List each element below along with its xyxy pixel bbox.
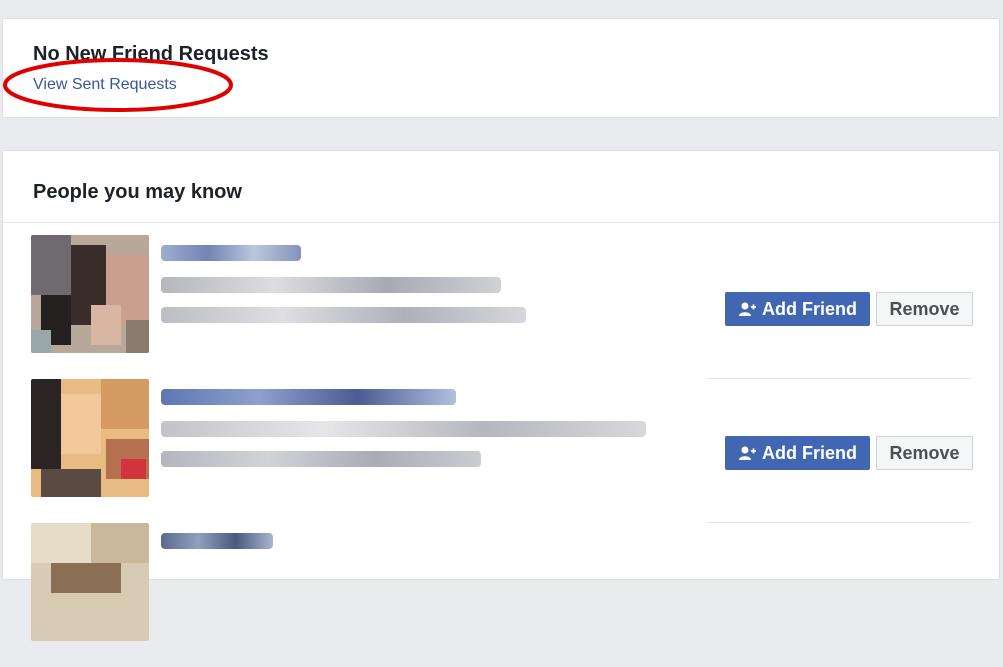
friend-requests-heading: No New Friend Requests (33, 43, 269, 65)
blurred-name (161, 245, 301, 261)
pymk-heading: People you may know (33, 181, 242, 203)
blurred-name (161, 533, 273, 549)
avatar[interactable] (31, 235, 149, 353)
add-friend-label: Add Friend (762, 442, 857, 463)
add-friend-icon (739, 302, 756, 316)
row-divider (707, 378, 971, 379)
pymk-header: People you may know (3, 151, 999, 223)
view-sent-requests-link[interactable]: View Sent Requests (33, 76, 177, 94)
avatar[interactable] (31, 523, 149, 641)
add-friend-button[interactable]: Add Friend (725, 436, 870, 470)
avatar[interactable] (31, 379, 149, 497)
people-you-may-know-card: People you may know Add Friend Remove Ad… (2, 150, 1000, 641)
blurred-details (161, 277, 501, 293)
suggestion-row (31, 522, 971, 667)
remove-button[interactable]: Remove (876, 436, 973, 470)
friend-requests-card: No New Friend Requests View Sent Request… (2, 18, 1000, 118)
add-friend-icon (739, 446, 756, 460)
add-friend-button[interactable]: Add Friend (725, 292, 870, 326)
blurred-details (161, 421, 646, 437)
pixelated-photo (31, 235, 149, 353)
blurred-name (161, 389, 456, 405)
suggestion-row: Add Friend Remove (31, 235, 973, 379)
row-divider (707, 522, 971, 523)
blurred-details (161, 451, 481, 467)
pixelated-photo (31, 523, 149, 641)
remove-button[interactable]: Remove (876, 292, 973, 326)
suggestion-row: Add Friend Remove (31, 378, 973, 523)
add-friend-label: Add Friend (762, 298, 857, 319)
pixelated-photo (31, 379, 149, 497)
blurred-details (161, 307, 526, 323)
